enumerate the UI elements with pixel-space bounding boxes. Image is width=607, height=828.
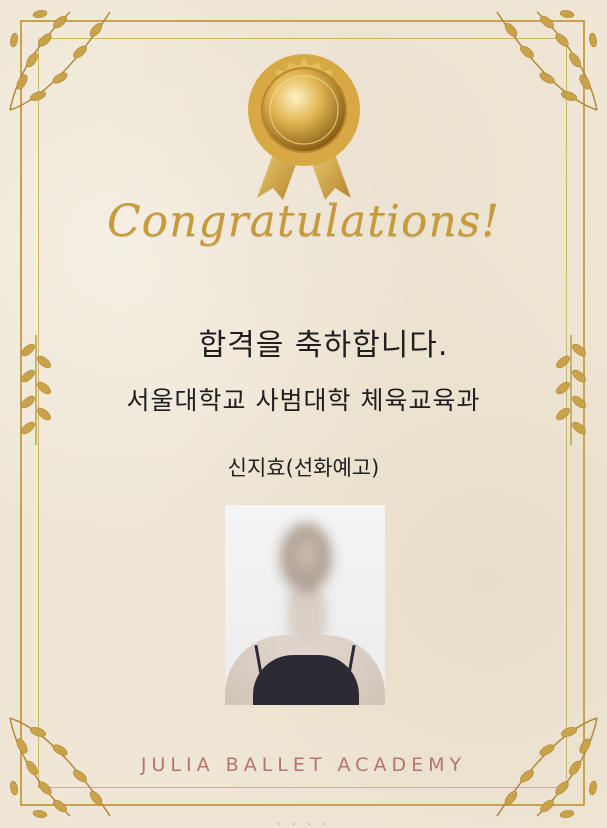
student-photo <box>225 505 385 705</box>
certificate: Congratulations! 합격을 축하합니다. 서울대학교 사범대학 체… <box>0 0 607 828</box>
carousel-dots: • • • • <box>276 820 331 828</box>
student-name: 신지효(선화예고) <box>227 456 380 480</box>
gold-leaf-corner-icon <box>9 10 111 111</box>
gold-leaf-corner-icon <box>496 10 598 111</box>
acceptance-message: 합격을 축하합니다. <box>198 328 449 363</box>
academy-name: JULIA BALLET ACADEMY <box>140 754 467 776</box>
gold-medal-ribbon-icon <box>248 54 360 200</box>
university-department: 서울대학교 사범대학 체육교육과 <box>126 386 481 415</box>
congratulations-heading: Congratulations! <box>106 196 501 247</box>
